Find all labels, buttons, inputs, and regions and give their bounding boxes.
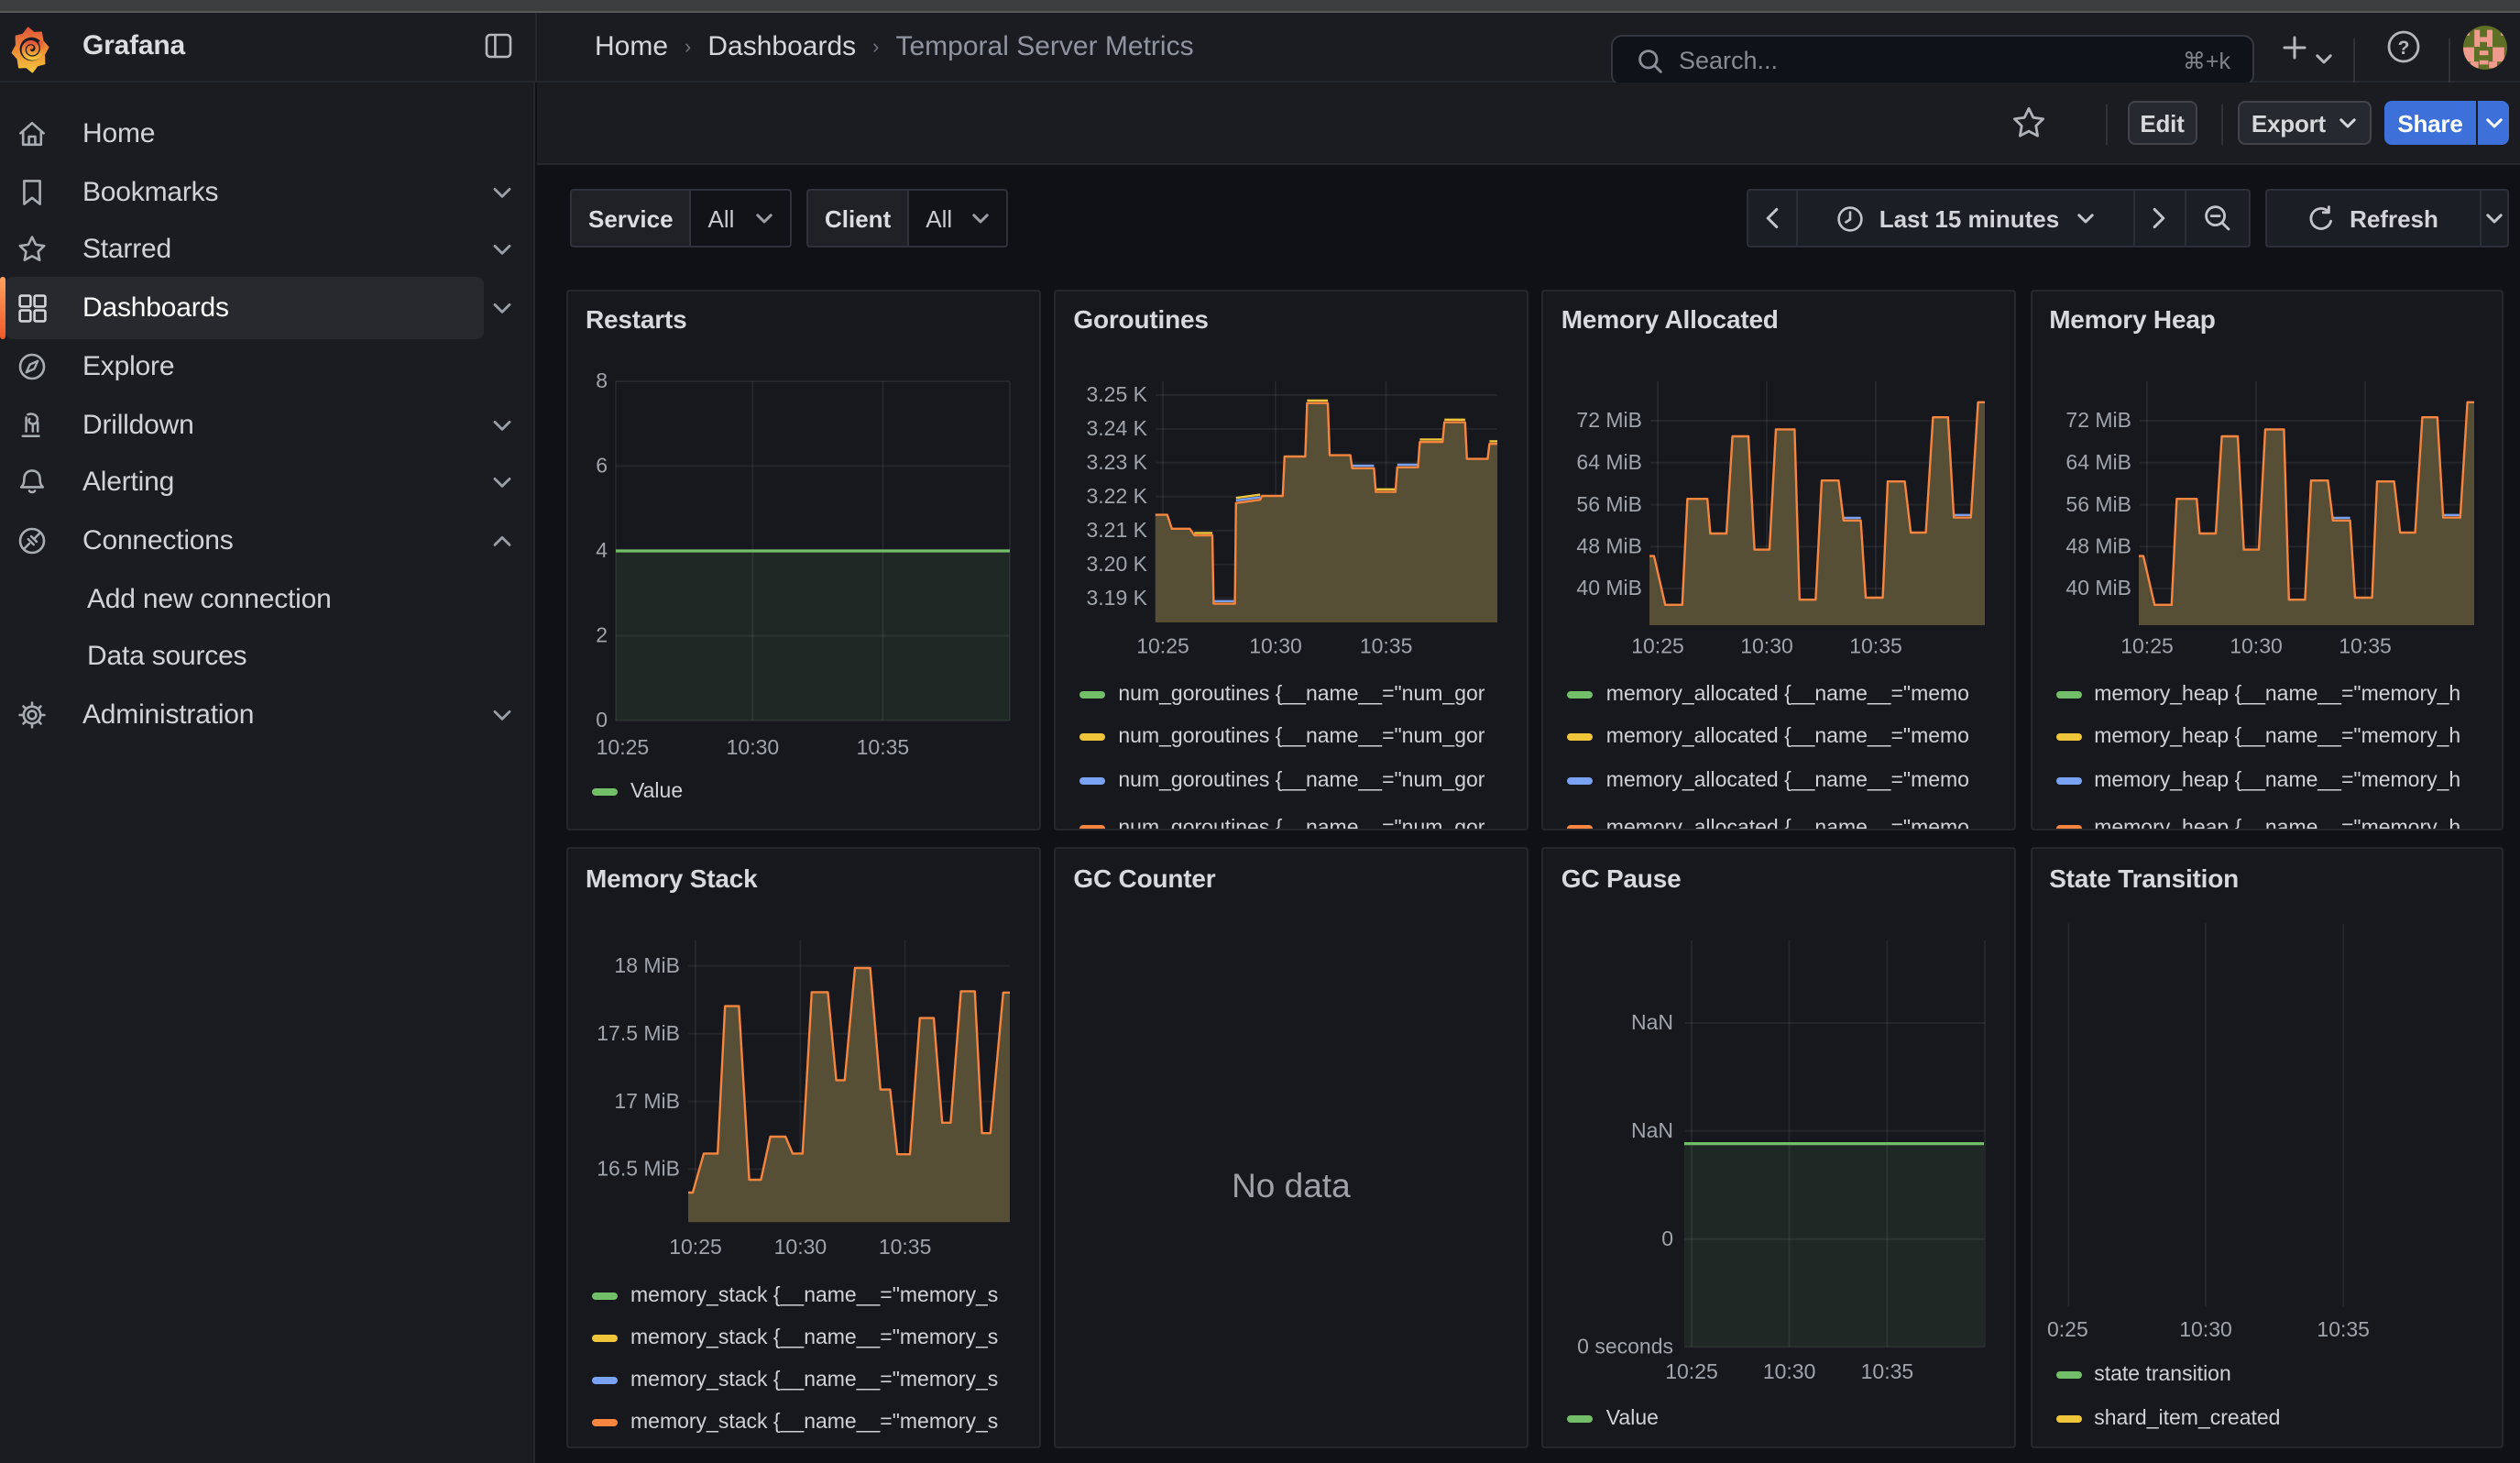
svg-text:10:35: 10:35	[879, 1235, 932, 1259]
svg-text:10:30: 10:30	[774, 1235, 827, 1259]
svg-text:10:35: 10:35	[1360, 632, 1413, 656]
svg-text:0: 0	[596, 707, 608, 731]
svg-text:72 MiB: 72 MiB	[1577, 407, 1643, 431]
svg-text:10:25: 10:25	[597, 734, 650, 758]
svg-text:16.5 MiB: 16.5 MiB	[597, 1157, 680, 1181]
svg-text:10:35: 10:35	[2317, 1317, 2370, 1341]
svg-text:10:30: 10:30	[1250, 632, 1303, 656]
svg-text:3.23 K: 3.23 K	[1087, 449, 1148, 473]
svg-text:48 MiB: 48 MiB	[1577, 533, 1643, 556]
svg-text:10:35: 10:35	[1861, 1359, 1914, 1383]
svg-text:10:25: 10:25	[2120, 632, 2173, 656]
svg-text:10:25: 10:25	[1137, 632, 1190, 656]
svg-text:10:30: 10:30	[2178, 1317, 2231, 1341]
svg-text:3.20 K: 3.20 K	[1087, 551, 1148, 575]
svg-text:NaN: NaN	[1632, 1118, 1674, 1142]
svg-text:17.5 MiB: 17.5 MiB	[597, 1021, 680, 1045]
svg-text:72 MiB: 72 MiB	[2065, 407, 2131, 431]
svg-text:10:35: 10:35	[1850, 632, 1903, 656]
svg-text:2: 2	[596, 622, 608, 646]
svg-text:3.19 K: 3.19 K	[1087, 585, 1148, 609]
svg-text:64 MiB: 64 MiB	[1577, 449, 1643, 473]
svg-text:10:30: 10:30	[727, 734, 780, 758]
svg-text:10:25: 10:25	[1666, 1359, 1719, 1383]
svg-text:48 MiB: 48 MiB	[2065, 533, 2131, 556]
svg-text:10:35: 10:35	[857, 734, 910, 758]
svg-text:17 MiB: 17 MiB	[614, 1089, 680, 1113]
svg-text:18 MiB: 18 MiB	[614, 953, 680, 977]
svg-text:3.21 K: 3.21 K	[1087, 517, 1148, 541]
svg-text:10:25: 10:25	[1632, 632, 1685, 656]
svg-text:0:25: 0:25	[2046, 1317, 2087, 1341]
svg-text:3.24 K: 3.24 K	[1087, 415, 1148, 439]
svg-text:6: 6	[596, 453, 608, 477]
svg-text:56 MiB: 56 MiB	[2065, 491, 2131, 515]
svg-text:?: ?	[2398, 38, 2410, 59]
svg-text:64 MiB: 64 MiB	[2065, 449, 2131, 473]
svg-text:10:35: 10:35	[2338, 632, 2391, 656]
svg-text:3.25 K: 3.25 K	[1087, 381, 1148, 405]
svg-text:10:30: 10:30	[1741, 632, 1794, 656]
svg-text:10:30: 10:30	[1764, 1359, 1817, 1383]
svg-text:56 MiB: 56 MiB	[1577, 491, 1643, 515]
svg-text:NaN: NaN	[1632, 1010, 1674, 1034]
svg-text:0: 0	[1662, 1226, 1674, 1250]
svg-text:10:25: 10:25	[669, 1235, 722, 1259]
svg-text:4: 4	[596, 537, 608, 561]
svg-text:40 MiB: 40 MiB	[2065, 575, 2131, 599]
svg-text:0 seconds: 0 seconds	[1578, 1335, 1674, 1358]
svg-text:40 MiB: 40 MiB	[1577, 575, 1643, 599]
svg-text:10:30: 10:30	[2229, 632, 2282, 656]
svg-text:8: 8	[596, 368, 608, 391]
svg-text:3.22 K: 3.22 K	[1087, 483, 1148, 507]
